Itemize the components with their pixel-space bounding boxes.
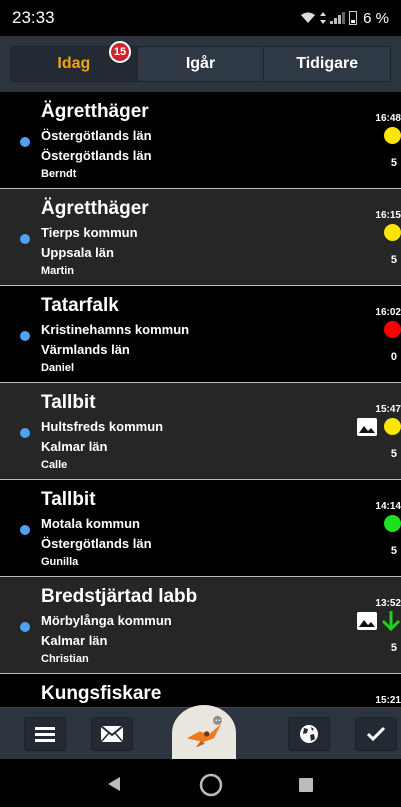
unread-dot-icon (20, 525, 30, 535)
messages-button[interactable] (91, 717, 133, 751)
species-name: Tallbit (41, 489, 96, 510)
photo-icon (357, 612, 377, 630)
signal-icon (330, 12, 346, 24)
done-button[interactable] (355, 717, 397, 751)
place: Kristinehamns kommun (41, 322, 190, 337)
globe-icon (300, 725, 318, 743)
region: Värmlands län (41, 342, 130, 357)
unread-dot-icon (20, 331, 30, 341)
region: Uppsala län (41, 245, 114, 260)
observer: Berndt (41, 168, 77, 180)
tab-bar: Idag 15 Igår Tidigare (0, 36, 401, 92)
observer: Daniel (41, 362, 75, 374)
time: 16:48 (375, 113, 401, 124)
check-icon (366, 726, 386, 742)
time: 16:02 (375, 307, 401, 318)
species-name: Tallbit (41, 392, 96, 413)
unread-dot-icon (20, 622, 30, 632)
back-icon[interactable] (106, 776, 122, 792)
unread-dot-icon (20, 234, 30, 244)
menu-icon (35, 727, 55, 742)
status-dot-icon (384, 515, 401, 532)
status-bar: 23:33 6 % (0, 0, 401, 36)
tab-tidigare[interactable]: Tidigare (264, 47, 391, 81)
region: Östergötlands län (41, 536, 152, 551)
unread-dot-icon (20, 428, 30, 438)
list-item[interactable]: Tallbit Motala kommun Östergötlands län … (0, 480, 401, 577)
mail-icon (101, 726, 123, 742)
tab-igar[interactable]: Igår (137, 47, 265, 81)
app-logo-button[interactable]: ••• (172, 705, 236, 761)
menu-button[interactable] (24, 717, 66, 751)
place: Hultsfreds kommun (41, 419, 164, 434)
time: 15:47 (375, 404, 401, 415)
time: 15:21 (375, 695, 401, 706)
count: 0 (390, 351, 397, 363)
svg-text:•••: ••• (215, 718, 225, 724)
observer: Calle (41, 459, 68, 471)
recents-icon[interactable] (298, 777, 314, 793)
list-item[interactable]: Ägretthäger Östergötlands län Östergötla… (0, 92, 401, 189)
place: Östergötlands län (41, 128, 152, 143)
list-item[interactable]: Kungsfiskare 15:21 (0, 674, 401, 707)
status-icons: 6 % (300, 10, 389, 27)
arrow-down-icon (381, 611, 401, 632)
list-item[interactable]: Tallbit Hultsfreds kommun Kalmar län Cal… (0, 383, 401, 480)
observer: Gunilla (41, 556, 79, 568)
tab-label: Igår (185, 55, 216, 72)
observer: Martin (41, 265, 74, 277)
count: 5 (390, 642, 397, 654)
list-item[interactable]: Tatarfalk Kristinehamns kommun Värmlands… (0, 286, 401, 383)
place: Mörbylånga kommun (41, 613, 172, 628)
observer: Christian (41, 653, 89, 665)
region: Kalmar län (41, 633, 108, 648)
time: 13:52 (375, 598, 401, 609)
map-button[interactable] (288, 717, 330, 751)
place: Tierps kommun (41, 225, 138, 240)
time: 16:15 (375, 210, 401, 221)
status-dot-icon (384, 321, 401, 338)
species-name: Kungsfiskare (41, 683, 162, 704)
observation-list: Ägretthäger Östergötlands län Östergötla… (0, 92, 401, 707)
species-name: Ägretthäger (41, 101, 149, 122)
place: Motala kommun (41, 516, 140, 531)
list-item[interactable]: Bredstjärtad labb Mörbylånga kommun Kalm… (0, 577, 401, 674)
status-dot-icon (384, 127, 401, 144)
species-name: Tatarfalk (41, 295, 119, 316)
photo-icon (357, 418, 377, 436)
species-name: Ägretthäger (41, 198, 149, 219)
wifi-icon (301, 12, 316, 23)
count: 5 (390, 545, 397, 557)
status-dot-icon (384, 224, 401, 241)
tabs: Idag 15 Igår Tidigare (10, 41, 391, 82)
count: 5 (390, 157, 397, 169)
count-badge: 15 (109, 41, 131, 63)
battery-icon (349, 11, 358, 25)
tab-label: Idag (57, 55, 91, 72)
status-dot-icon (384, 418, 401, 435)
time: 14:14 (375, 501, 401, 512)
region: Östergötlands län (41, 148, 152, 163)
battery-percent: 6 % (363, 9, 389, 27)
system-navigation (0, 759, 401, 807)
bottom-toolbar: ••• (0, 705, 401, 761)
home-icon[interactable] (199, 773, 223, 797)
count: 5 (390, 448, 397, 460)
data-arrows-icon (320, 12, 327, 24)
tab-label: Tidigare (296, 55, 359, 72)
tab-idag[interactable]: Idag 15 (11, 41, 138, 81)
species-name: Bredstjärtad labb (41, 586, 198, 607)
bird-logo-icon: ••• (186, 715, 225, 748)
region: Kalmar län (41, 439, 108, 454)
unread-dot-icon (20, 137, 30, 147)
list-item[interactable]: Ägretthäger Tierps kommun Uppsala län Ma… (0, 189, 401, 286)
count: 5 (390, 254, 397, 266)
status-time: 23:33 (12, 8, 55, 27)
